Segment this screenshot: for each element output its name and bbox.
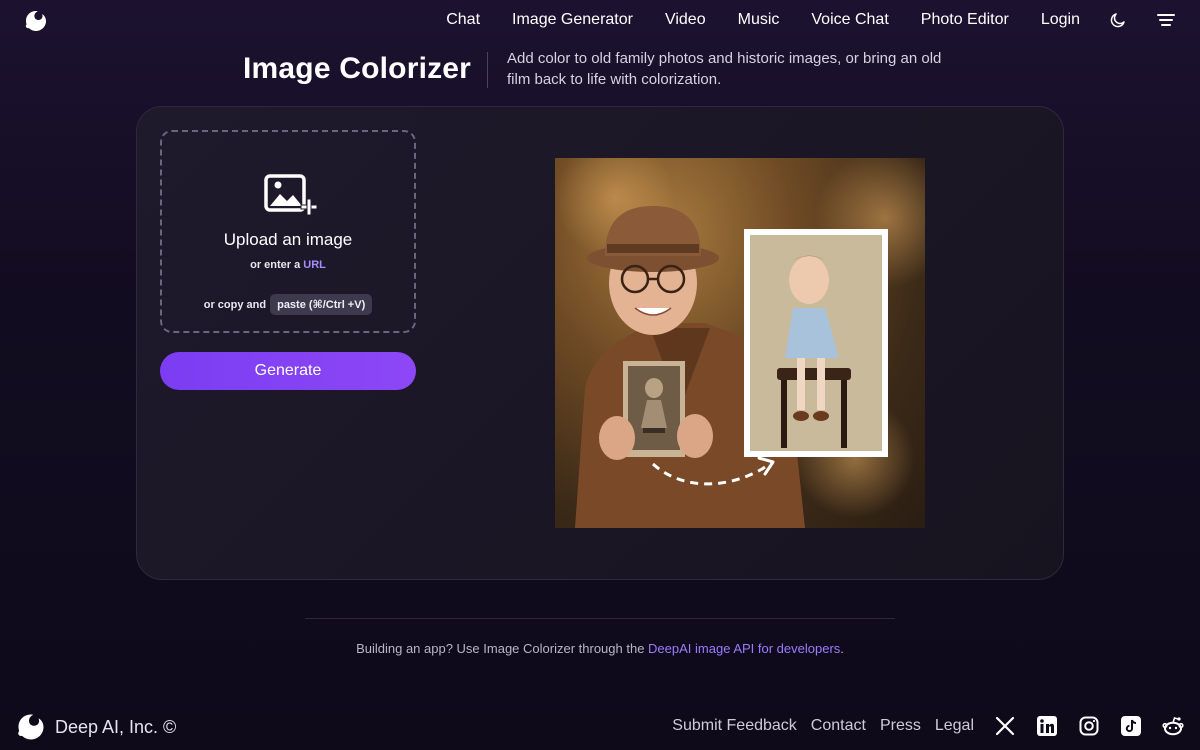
moon-icon[interactable] [1108, 10, 1128, 30]
deepai-logo-icon[interactable] [16, 712, 46, 742]
api-note-text: Building an app? Use Image Colorizer thr… [356, 641, 645, 656]
image-add-icon [264, 174, 317, 216]
upload-url-line: or enter a URL [162, 259, 414, 271]
nav-video[interactable]: Video [665, 11, 706, 29]
reddit-icon[interactable] [1162, 715, 1184, 737]
page-description: Add color to old family photos and histo… [507, 50, 942, 88]
deepai-logo-icon[interactable] [24, 9, 48, 33]
paste-button[interactable]: paste (⌘/Ctrl +V) [270, 294, 373, 315]
footer-link-press[interactable]: Press [880, 717, 921, 735]
example-illustration [555, 158, 925, 528]
linkedin-icon[interactable] [1036, 715, 1058, 737]
nav-image-generator[interactable]: Image Generator [512, 11, 633, 29]
colorizer-card: Upload an image or enter a URL or copy a… [136, 106, 1064, 580]
upload-paste-line: or copy and paste (⌘/Ctrl +V) [162, 294, 414, 315]
upload-dropzone[interactable]: Upload an image or enter a URL or copy a… [160, 130, 416, 333]
footer-link-contact[interactable]: Contact [811, 717, 866, 735]
paste-prefix: or copy and [203, 298, 267, 311]
menu-icon[interactable] [1156, 10, 1176, 30]
brand-name: Deep AI, Inc. © [55, 716, 177, 737]
nav-login[interactable]: Login [1041, 11, 1080, 29]
footer-divider [305, 618, 895, 619]
generate-button[interactable]: Generate [160, 352, 416, 390]
page-title: Image Colorizer [243, 52, 472, 85]
footer-link-legal[interactable]: Legal [935, 717, 974, 735]
tiktok-icon[interactable] [1120, 715, 1142, 737]
api-note-suffix: . [840, 641, 844, 656]
title-divider [487, 52, 488, 88]
nav-photo-editor[interactable]: Photo Editor [921, 11, 1009, 29]
nav-voice-chat[interactable]: Voice Chat [811, 11, 888, 29]
api-note: Building an app? Use Image Colorizer thr… [0, 641, 1200, 656]
instagram-icon[interactable] [1078, 715, 1100, 737]
url-prefix: or enter a [250, 259, 301, 271]
enter-url-link[interactable]: URL [303, 259, 326, 271]
nav-chat[interactable]: Chat [446, 11, 480, 29]
main-nav: Chat Image Generator Video Music Voice C… [446, 0, 1176, 40]
top-navigation: Chat Image Generator Video Music Voice C… [0, 0, 1200, 40]
footer-links: Submit Feedback Contact Press Legal [672, 712, 1184, 740]
x-icon[interactable] [994, 715, 1016, 737]
api-developers-link[interactable]: DeepAI image API for developers [648, 641, 840, 656]
footer-brand: Deep AI, Inc. © [16, 712, 176, 742]
nav-music[interactable]: Music [738, 11, 780, 29]
upload-title: Upload an image [223, 230, 353, 249]
example-image [555, 158, 925, 528]
footer-link-submit-feedback[interactable]: Submit Feedback [672, 717, 797, 735]
